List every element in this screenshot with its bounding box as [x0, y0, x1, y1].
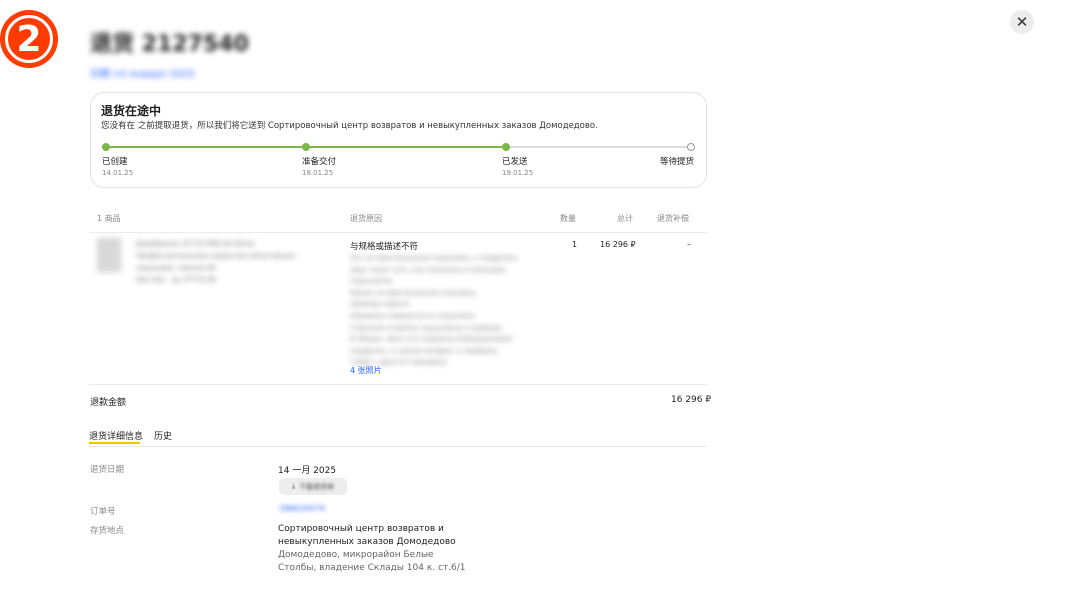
step-label-sent: 已发送 — [502, 157, 528, 167]
product-line: Баребрахон ST770 PRO 80 Ohms — [136, 240, 255, 248]
comment-line: наушников. — [350, 277, 394, 286]
col-header-qty: 数量 — [560, 214, 576, 223]
step-label-waiting: 等待提货 — [660, 157, 695, 167]
step-dot-ready — [302, 143, 310, 151]
product-line: наушники, черные 80 — [136, 264, 217, 272]
order-number-link[interactable]: 286635474 — [279, 504, 325, 513]
comment-line: Это не оригинальные наушники, а подделка… — [350, 254, 519, 262]
step-date-created: 14.01.25 — [102, 169, 134, 177]
location-name-line: невыкупленных заказов Домодедово — [278, 537, 456, 547]
return-date-label: 退货日期 — [90, 465, 125, 475]
comment-line: Звук тише того, как написано в описании — [350, 265, 506, 274]
return-date-value: 14 一月 2025 — [278, 466, 337, 476]
location-address-line: Столбы, владение Склады 104 к. ст.6/1 — [278, 563, 466, 573]
table-divider — [89, 232, 707, 233]
return-comment: Это не оригинальные наушники, а подделка… — [350, 253, 530, 369]
location-name-line: Сортировочный центр возвратов и — [278, 524, 444, 534]
badge-number: 2 — [16, 18, 42, 60]
photos-link[interactable]: 4 张照片 — [350, 365, 382, 376]
refund-amount-label: 退款金额 — [90, 398, 127, 408]
return-reason: 与规格或描述不符 — [350, 242, 419, 252]
product-line: Профессиональные закрытые мониторные — [136, 252, 296, 260]
comment-line: Кроме не оригинальная упаковка, — [350, 288, 478, 297]
close-button[interactable]: ✕ — [1010, 10, 1034, 34]
return-status-card — [90, 92, 707, 188]
col-header-total: 总计 — [617, 214, 633, 223]
active-tab-indicator — [89, 442, 140, 444]
progress-segment-1 — [108, 146, 304, 148]
tabs-divider — [89, 446, 707, 447]
status-description: 您没有在 之前提取退货，所以我们将它送到 Сортировочный центр… — [101, 121, 598, 131]
table-divider — [89, 384, 707, 385]
location-address-line: Домодедово, микрорайон Белые — [278, 550, 434, 560]
step-dot-created — [102, 143, 110, 151]
tab-history[interactable]: 历史 — [154, 429, 172, 442]
page-subtitle: 日期 14 января 2025 — [90, 69, 195, 80]
item-quantity: 1 — [572, 240, 578, 249]
step-dot-waiting — [687, 143, 695, 151]
storage-location: Сортировочный центр возвратов и невыкупл… — [278, 523, 478, 575]
item-compensation: – — [687, 240, 691, 249]
step-label-created: 已创建 — [102, 157, 128, 167]
comment-line: Странная отделка наушников и провода. — [350, 323, 504, 332]
progress-segment-2 — [308, 146, 504, 148]
col-header-compensation: 退货补偿 — [657, 214, 689, 223]
step-label-ready: 准备交付 — [302, 157, 337, 167]
download-icon: ⤓ — [291, 482, 296, 490]
step-dot-sent — [502, 143, 510, 151]
status-title: 退货在途中 — [101, 104, 162, 118]
col-header-product: 1 商品 — [97, 214, 121, 223]
download-button-label: 下载退货单 — [299, 482, 335, 491]
step-date-sent: 19.01.25 — [502, 169, 534, 177]
order-number-label: 订单号 — [90, 507, 116, 517]
tab-return-details[interactable]: 退货详细信息 — [89, 429, 143, 442]
step-date-ready: 18.01.25 — [302, 169, 334, 177]
product-line: SKU 001 · by ST770 80 — [136, 276, 217, 284]
comment-line: провода короче. — [350, 300, 411, 309]
comment-line: подделка, я сделал возврат и проверку — [350, 346, 498, 355]
storage-location-label: 存货地点 — [90, 526, 125, 536]
download-return-document-button[interactable]: ⤓ 下载退货单 — [279, 478, 347, 495]
close-icon: ✕ — [1015, 13, 1029, 31]
col-header-reason: 退货原因 — [350, 214, 382, 223]
comment-line: Неровная поверхность наушника. — [350, 311, 477, 320]
refund-amount-value: 16 296 ₽ — [671, 395, 712, 405]
page-title: 退货 2127540 — [90, 32, 249, 57]
product-description[interactable]: Баребрахон ST770 PRO 80 Ohms Профессиона… — [136, 238, 295, 286]
item-total: 16 296 ₽ — [600, 240, 636, 249]
comment-line: В общем, явно это подделка Бэйердинамик — [350, 335, 513, 344]
product-image[interactable] — [97, 238, 121, 272]
progress-segment-3 — [509, 146, 688, 148]
step-number-badge: 2 — [0, 10, 58, 68]
